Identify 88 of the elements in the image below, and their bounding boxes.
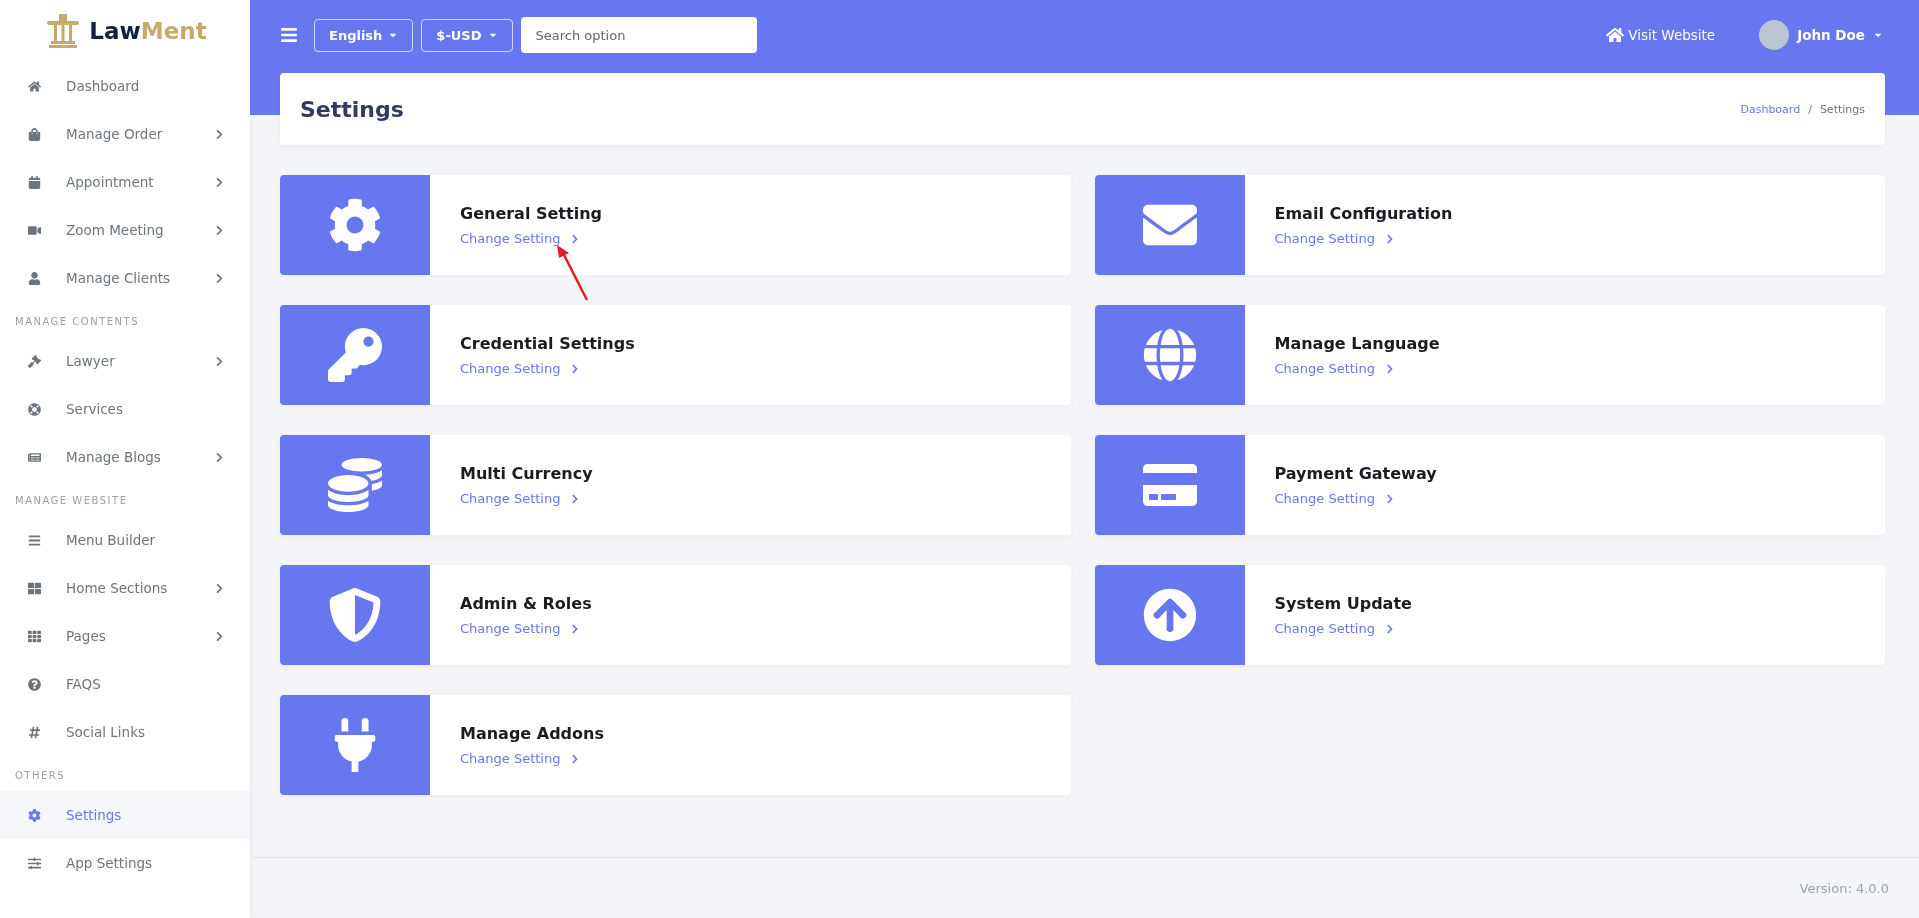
sidebar-item-label: Services <box>66 401 124 417</box>
house-icon <box>28 79 42 93</box>
sidebar-item-label: Settings <box>66 807 123 823</box>
change-setting-link[interactable]: Change Setting <box>460 491 593 506</box>
sidebar-item[interactable]: Manage Order <box>0 110 250 158</box>
card-title: Manage Addons <box>460 724 604 743</box>
change-setting-link[interactable]: Change Setting <box>460 231 602 246</box>
sidebar-item[interactable]: Services <box>0 385 250 433</box>
card-title: Email Configuration <box>1274 204 1453 223</box>
sidebar-item[interactable]: Social Links <box>0 708 250 756</box>
sidebar-item[interactable]: Dashboard <box>0 62 250 110</box>
grid-icon <box>28 629 42 643</box>
section-heading: MANAGE CONTENTS <box>14 315 141 329</box>
sidebar-item[interactable]: Home Sections <box>0 564 250 612</box>
sidebar-item[interactable]: FAQS <box>0 660 250 708</box>
card-title: Credential Settings <box>460 334 635 353</box>
shield-icon <box>328 588 382 642</box>
sidebar-item-label: Appointment <box>66 174 155 190</box>
key-icon <box>328 328 382 382</box>
sidebar-item[interactable]: Zoom Meeting <box>0 206 250 254</box>
sidebar-item-label: Social Links <box>66 724 146 740</box>
question-icon <box>28 677 42 691</box>
change-setting-link[interactable]: Change Setting <box>1274 491 1437 506</box>
card-title: Admin & Roles <box>460 594 592 613</box>
life-ring-icon <box>28 402 42 416</box>
sidebar-item[interactable]: Manage Blogs <box>0 433 250 481</box>
currency-dropdown[interactable]: $-USD <box>421 18 513 52</box>
globe-icon <box>1142 328 1197 382</box>
hashtag-icon <box>28 725 42 739</box>
visit-website-link[interactable]: Visit Website <box>1606 26 1716 44</box>
section-heading: OTHERS <box>14 769 67 783</box>
sidebar-item[interactable]: Manage Clients <box>0 254 250 302</box>
sidebar-item-label: Pages <box>66 628 107 644</box>
change-setting-link[interactable]: Change Setting <box>460 621 592 636</box>
sidebar-item[interactable]: Menu Builder <box>0 516 250 564</box>
gavel-icon <box>28 354 42 368</box>
house-icon <box>1606 26 1625 44</box>
sidebar-item-label: Home Sections <box>66 580 169 596</box>
language-dropdown[interactable]: English <box>314 18 414 52</box>
user-menu[interactable]: John Doe <box>1753 19 1889 51</box>
version-text: Version: 4.0.0 <box>1799 880 1889 896</box>
page-title: Settings <box>300 96 404 122</box>
breadcrumb-current: Settings <box>1819 102 1865 116</box>
sidebar-item-label: Zoom Meeting <box>66 222 165 238</box>
sidebar-item-label: Manage Order <box>66 126 164 142</box>
search-field[interactable]: Search option <box>520 17 757 53</box>
bag-icon <box>28 127 42 141</box>
coins-icon <box>328 458 382 512</box>
sidebar-item[interactable]: Lawyer <box>0 337 250 385</box>
change-setting-link[interactable]: Change Setting <box>1274 231 1453 246</box>
sidebar-item-label: Manage Clients <box>66 270 172 286</box>
settings-icon <box>28 808 42 822</box>
chevron-right-icon <box>1384 233 1395 244</box>
sidebar-item-label: App Settings <box>66 855 154 871</box>
video-camera-icon <box>28 223 42 237</box>
breadcrumb-link[interactable]: Dashboard <box>1740 102 1801 116</box>
sidebar-item[interactable]: Pages <box>0 612 250 660</box>
settings-icon <box>328 198 382 252</box>
chevron-right-icon <box>1384 623 1395 634</box>
sliders-icon <box>28 856 42 870</box>
chevron-right-icon <box>1384 493 1395 504</box>
logo-text: LawMent <box>89 18 207 44</box>
lines-icon <box>28 533 42 547</box>
change-setting-link[interactable]: Change Setting <box>1274 361 1440 376</box>
sidebar-item-label: Menu Builder <box>66 532 157 548</box>
sidebar-item[interactable]: Appointment <box>0 158 250 206</box>
sidebar-item[interactable]: App Settings <box>0 839 250 887</box>
sidebar-item-label: Dashboard <box>66 78 141 94</box>
card-title: General Setting <box>460 204 602 223</box>
change-setting-link[interactable]: Change Setting <box>460 751 604 766</box>
sidebar-item-label: FAQS <box>66 676 102 692</box>
card-title: Multi Currency <box>460 464 593 483</box>
person-icon <box>28 271 42 285</box>
breadcrumb-separator: / <box>1808 102 1812 116</box>
card-title: Payment Gateway <box>1274 464 1437 483</box>
card-title: Manage Language <box>1274 334 1440 353</box>
section-heading: MANAGE WEBSITE <box>14 494 129 508</box>
calendar-icon <box>28 175 42 189</box>
newspaper-icon <box>28 450 42 464</box>
avatar <box>1759 20 1790 50</box>
sidebar-item-label: Manage Blogs <box>66 449 162 465</box>
sidebar-item-label: Lawyer <box>66 353 116 369</box>
chevron-right-icon <box>1384 363 1395 374</box>
change-setting-link[interactable]: Change Setting <box>460 361 635 376</box>
change-setting-link[interactable]: Change Setting <box>1274 621 1412 636</box>
sidebar-item[interactable]: Settings <box>0 791 250 839</box>
card-title: System Update <box>1274 594 1412 613</box>
grid-icon <box>28 581 42 595</box>
